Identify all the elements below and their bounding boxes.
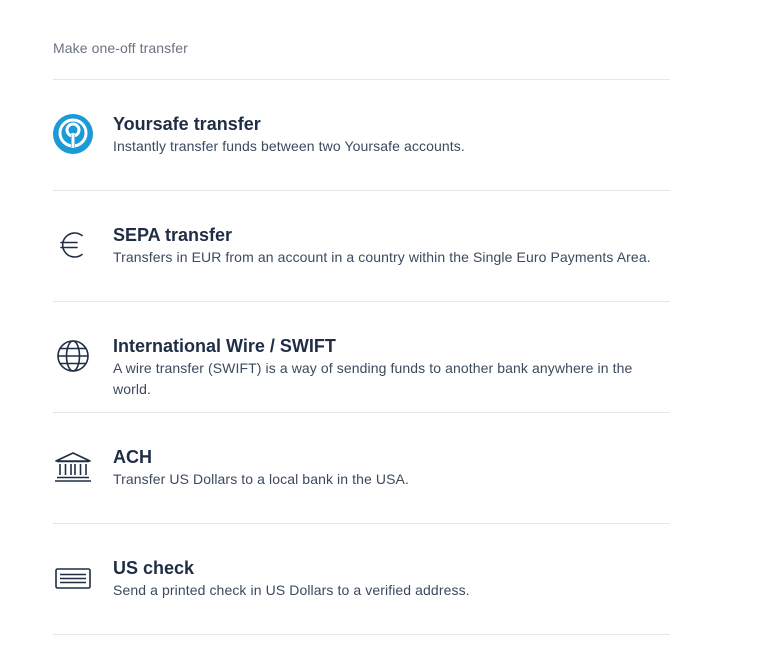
check-icon [53,558,93,598]
option-description: Send a printed check in US Dollars to a … [113,582,470,598]
option-international-wire[interactable]: International Wire / SWIFT A wire transf… [53,302,670,413]
globe-icon [53,336,93,376]
option-sepa-transfer[interactable]: SEPA transfer Transfers in EUR from an a… [53,191,670,302]
option-us-check[interactable]: US check Send a printed check in US Doll… [53,524,670,635]
option-description: Instantly transfer funds between two You… [113,138,465,154]
euro-icon [53,225,93,265]
option-yoursafe-transfer[interactable]: Yoursafe transfer Instantly transfer fun… [53,80,670,191]
option-title: ACH [113,447,152,467]
option-description: Transfers in EUR from an account in a co… [113,249,651,265]
section-title: Make one-off transfer [53,40,188,56]
option-description: A wire transfer (SWIFT) is a way of send… [113,360,633,397]
option-title: SEPA transfer [113,225,233,245]
option-ach[interactable]: ACH Transfer US Dollars to a local bank … [53,413,670,524]
option-title: International Wire / SWIFT [113,336,336,356]
transfer-options-list: Yoursafe transfer Instantly transfer fun… [53,80,670,635]
option-title: US check [113,558,195,578]
option-title: Yoursafe transfer [113,114,261,134]
yoursafe-logo-icon [53,114,93,154]
bank-icon [53,447,93,487]
option-description: Transfer US Dollars to a local bank in t… [113,471,409,487]
